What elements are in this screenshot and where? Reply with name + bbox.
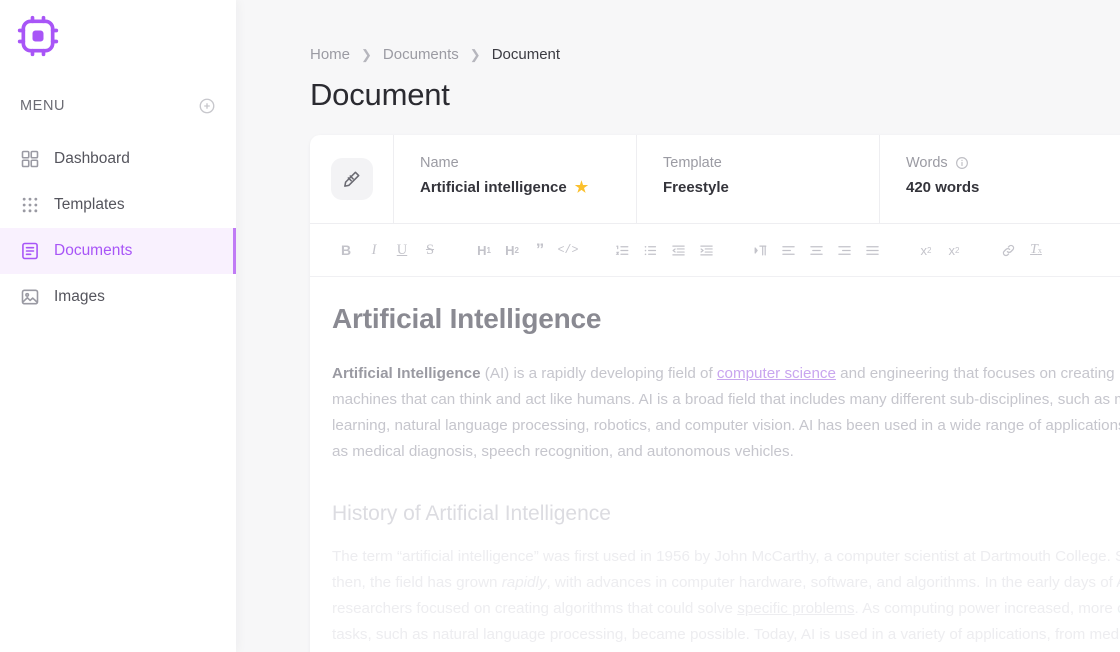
insert-link-button[interactable] — [994, 236, 1022, 264]
meta-value-words: 420 words — [906, 179, 980, 196]
document-paragraph-2: The term “artificial intelligence” was f… — [332, 544, 1120, 652]
blockquote-button[interactable]: ” — [526, 236, 554, 264]
specific-problems-link[interactable]: specific problems — [737, 600, 854, 617]
page-title: Document — [310, 77, 450, 112]
document-card: Name Artificial intelligence ★ Template … — [310, 135, 1120, 652]
menu-header: MENU — [0, 86, 236, 126]
document-heading-1: Artificial Intelligence — [332, 303, 602, 334]
align-left-icon — [781, 245, 795, 255]
sidebar-item-images[interactable]: Images — [0, 274, 236, 320]
computer-science-link[interactable]: computer science — [717, 365, 836, 382]
bullet-list-button[interactable] — [636, 236, 664, 264]
meta-label-words: Words — [906, 155, 948, 171]
ordered-list-button[interactable] — [608, 236, 636, 264]
logo-container[interactable] — [0, 0, 236, 72]
toolbar-group-script: x2 x2 — [912, 236, 968, 264]
align-right-button[interactable] — [830, 236, 858, 264]
strikethrough-button[interactable]: S — [416, 236, 444, 264]
sidebar-item-documents[interactable]: Documents — [0, 228, 236, 274]
image-icon — [21, 289, 39, 305]
meta-field-name: Name Artificial intelligence ★ — [394, 135, 637, 223]
ordered-list-icon — [615, 245, 628, 255]
magic-pen-icon — [344, 171, 360, 187]
grid-2x2-icon — [21, 150, 39, 168]
menu-label: MENU — [20, 98, 66, 114]
toolbar-group-misc: Tx — [994, 236, 1050, 264]
sidebar: MENU Dashboard Templates Documents Image… — [0, 0, 236, 652]
breadcrumb: Home ❯ Documents ❯ Document — [236, 0, 1120, 63]
document-paragraph-1: Artificial Intelligence (AI) is a rapidl… — [332, 361, 1120, 466]
italic-button[interactable]: I — [360, 236, 388, 264]
sidebar-item-label: Templates — [54, 196, 125, 213]
sidebar-nav: Dashboard Templates Documents Images — [0, 136, 236, 320]
indent-button[interactable] — [692, 236, 720, 264]
meta-label-template: Template — [663, 155, 722, 171]
heading-1-button[interactable]: H1 — [470, 236, 498, 264]
meta-value-words-row: 420 words — [906, 179, 1120, 196]
align-justify-button[interactable] — [858, 236, 886, 264]
star-icon[interactable]: ★ — [575, 180, 588, 195]
meta-field-words: Words 420 words — [880, 135, 1120, 223]
paragraph-1-part-1: (AI) is a rapidly developing field of — [480, 365, 717, 382]
meta-value-name-row: Artificial intelligence ★ — [420, 179, 636, 196]
superscript-button[interactable]: x2 — [940, 236, 968, 264]
meta-label-words-row: Words — [906, 155, 1120, 171]
breadcrumb-item-document[interactable]: Document — [492, 46, 560, 63]
paragraph-1-lead: Artificial Intelligence — [332, 365, 481, 382]
app-root: MENU Dashboard Templates Documents Image… — [0, 0, 1120, 652]
toolbar-group-inline: B I U S — [332, 236, 444, 264]
bullet-list-icon — [644, 245, 656, 255]
clear-formatting-button[interactable]: Tx — [1022, 236, 1050, 264]
meta-value-template: Freestyle — [663, 179, 729, 196]
code-block-button[interactable]: </> — [554, 236, 582, 264]
align-right-icon — [837, 245, 851, 255]
sidebar-item-label: Dashboard — [54, 150, 130, 167]
editor-toolbar: B I U S H1 H2 ” </> x 2 x 2 T x — [310, 224, 1120, 277]
sidebar-item-dashboard[interactable]: Dashboard — [0, 136, 236, 182]
subscript-button[interactable]: x2 — [912, 236, 940, 264]
document-meta-bar: Name Artificial intelligence ★ Template … — [310, 135, 1120, 224]
meta-value-template-row: Freestyle — [663, 179, 879, 196]
outdent-icon — [671, 245, 685, 255]
main-content: Home ❯ Documents ❯ Document Document Nam… — [236, 0, 1120, 652]
sidebar-item-label: Documents — [54, 242, 133, 259]
document-heading-2: History of Artificial Intelligence — [332, 501, 611, 525]
toolbar-group-align — [746, 236, 886, 264]
underline-button[interactable]: U — [388, 236, 416, 264]
link-icon — [1002, 244, 1014, 256]
panel-collapse-icon[interactable] — [198, 97, 216, 115]
heading-2-button[interactable]: H2 — [498, 236, 526, 264]
document-icon-cell — [310, 135, 394, 223]
document-editor[interactable]: Artificial Intelligence Artificial Intel… — [310, 277, 1120, 652]
bold-button[interactable]: B — [332, 236, 360, 264]
align-justify-icon — [865, 245, 879, 255]
outdent-button[interactable] — [664, 236, 692, 264]
meta-field-template: Template Freestyle — [637, 135, 880, 223]
toolbar-group-block: H1 H2 ” </> — [470, 236, 582, 264]
sidebar-item-templates[interactable]: Templates — [0, 182, 236, 228]
breadcrumb-item-documents[interactable]: Documents — [383, 46, 459, 63]
breadcrumb-item-home[interactable]: Home — [310, 46, 350, 63]
indent-icon — [699, 245, 713, 255]
document-lines-icon — [22, 242, 38, 260]
meta-label-name: Name — [420, 155, 459, 171]
cpu-chip-icon — [17, 15, 59, 57]
chevron-right-icon: ❯ — [469, 47, 481, 62]
align-center-icon — [809, 245, 823, 255]
paragraph-2-italic: rapidly — [501, 573, 547, 591]
align-center-button[interactable] — [802, 236, 830, 264]
text-direction-button[interactable] — [746, 236, 774, 264]
text-direction-icon — [754, 245, 766, 255]
grid-dots-icon — [22, 197, 38, 213]
align-left-button[interactable] — [774, 236, 802, 264]
toolbar-group-lists — [608, 236, 720, 264]
meta-value-name: Artificial intelligence — [420, 179, 567, 196]
document-badge[interactable] — [330, 158, 373, 200]
chevron-right-icon: ❯ — [361, 47, 372, 62]
sidebar-item-label: Images — [54, 288, 105, 305]
info-icon[interactable] — [955, 156, 969, 170]
